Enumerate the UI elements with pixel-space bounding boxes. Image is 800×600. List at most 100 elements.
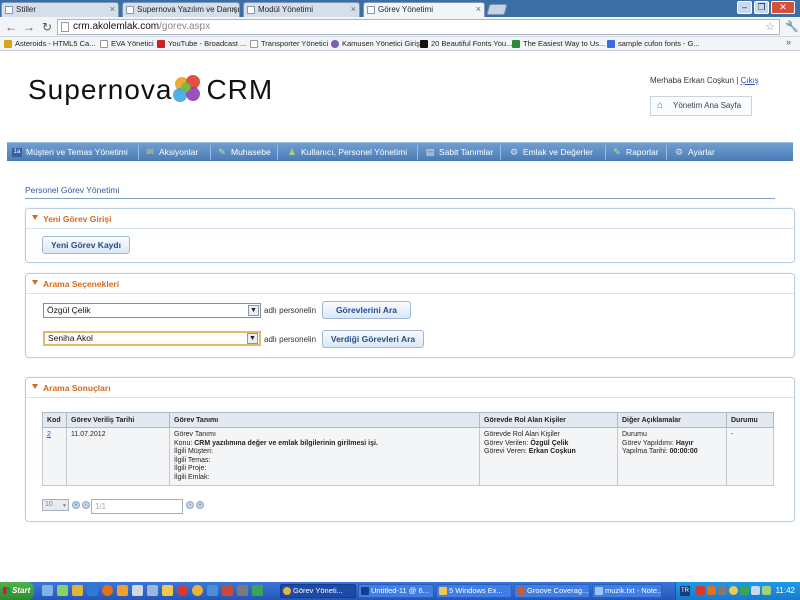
bookmark-item[interactable]: 20 Beautiful Fonts You... — [420, 38, 512, 50]
collapse-arrow-icon[interactable] — [32, 384, 38, 389]
menu-item-reports[interactable]: ✎ Raporlar — [612, 143, 658, 162]
restore-icon[interactable]: ❐ — [754, 1, 769, 14]
quicklaunch-icon[interactable] — [222, 585, 233, 596]
menu-item-contacts[interactable]: 1a Müşteri ve Temas Yönetimi — [12, 143, 128, 162]
new-tab-button[interactable] — [486, 4, 508, 15]
search-assigned-tasks-button[interactable]: Verdiği Görevleri Ara — [322, 330, 424, 348]
close-tab-icon[interactable]: × — [476, 3, 481, 16]
logout-link[interactable]: Çıkış — [741, 76, 759, 85]
close-tab-icon[interactable]: × — [351, 3, 356, 16]
address-bar[interactable]: crm.akolemlak.com/gorev.aspx ☆ — [57, 19, 780, 35]
quicklaunch-icon[interactable] — [87, 585, 98, 596]
quicklaunch-icon[interactable] — [162, 585, 173, 596]
admin-home-button[interactable]: ⌂ Yönetim Ana Sayfa — [650, 96, 752, 116]
wrench-icon[interactable]: 🔧 — [785, 20, 799, 33]
panel-title: Arama Seçenekleri — [43, 279, 120, 289]
greeting-text: Merhaba Erkan Coşkun | — [650, 76, 739, 85]
dropdown-arrow-icon[interactable]: ▼ — [247, 333, 258, 344]
bookmark-item[interactable]: YouTube - Broadcast ... — [157, 38, 246, 50]
quicklaunch-icon[interactable] — [57, 585, 68, 596]
reload-icon[interactable]: ↻ — [40, 20, 54, 34]
column-header-roles[interactable]: Görevde Rol Alan Kişiler — [479, 412, 618, 428]
quicklaunch-icon[interactable] — [147, 585, 158, 596]
tray-icon[interactable] — [729, 586, 738, 595]
start-button[interactable]: Start — [0, 582, 34, 600]
tray-icon[interactable] — [740, 586, 749, 595]
menu-item-settings[interactable]: ⚙ Ayarlar — [674, 143, 715, 162]
language-indicator[interactable]: TR — [680, 586, 690, 596]
column-header-notes[interactable]: Diğer Açıklamalar — [617, 412, 727, 428]
forward-icon[interactable]: → — [22, 20, 36, 34]
menu-item-definitions[interactable]: ▤ Sabit Tanımlar — [425, 143, 493, 162]
menu-item-accounting[interactable]: ✎ Muhasebe — [217, 143, 270, 162]
task-photoshop[interactable]: Untitled-11 @ 6... — [358, 584, 434, 598]
more-bookmarks-icon[interactable]: » — [786, 37, 791, 47]
close-window-icon[interactable]: ✕ — [771, 1, 795, 14]
first-page-icon[interactable]: « — [72, 501, 80, 509]
tray-icon[interactable] — [718, 586, 727, 595]
quicklaunch-icon[interactable] — [207, 585, 218, 596]
opera-icon[interactable] — [177, 585, 188, 596]
bookmark-star-icon[interactable]: ☆ — [765, 20, 775, 34]
dropdown-arrow-icon[interactable]: ▼ — [248, 305, 259, 316]
windows-taskbar: Start Görev Yöneti... Untitled-11 @ 6...… — [0, 582, 800, 600]
close-tab-icon[interactable]: × — [110, 3, 115, 16]
home-icon: ⌂ — [657, 100, 664, 111]
task-code-link[interactable]: 2 — [47, 431, 51, 438]
chrome-icon[interactable] — [192, 585, 203, 596]
quicklaunch-icon[interactable] — [117, 585, 128, 596]
tray-icon[interactable] — [707, 586, 716, 595]
next-page-icon[interactable]: › — [186, 501, 194, 509]
tab-label: Stiller — [16, 5, 37, 14]
assigner-select[interactable]: Seniha Akol ▼ — [43, 331, 261, 346]
quicklaunch-icon[interactable] — [252, 585, 263, 596]
collapse-arrow-icon[interactable] — [32, 280, 38, 285]
browser-tab-2[interactable]: Supernova Yazılım ve Danışm × — [122, 2, 240, 17]
bookmark-item[interactable]: EVA Yönetici — [100, 38, 154, 50]
close-tab-icon[interactable]: × — [231, 3, 236, 16]
search-tasks-button[interactable]: Görevlerini Ara — [322, 301, 411, 319]
browser-tab-3[interactable]: Modül Yönetimi × — [243, 2, 360, 17]
column-header-description[interactable]: Görev Tanımı — [169, 412, 480, 428]
browser-tab-1[interactable]: Stiller × — [1, 2, 119, 17]
menu-item-realestate[interactable]: ⚙ Emlak ve Değerler — [509, 143, 593, 162]
volume-icon[interactable] — [751, 586, 760, 595]
minimize-icon[interactable]: – — [737, 1, 752, 14]
bookmark-item[interactable]: Asteroids - HTML5 Ca... — [4, 38, 95, 50]
tray-icon[interactable] — [696, 586, 705, 595]
task-groove[interactable]: Groove Coverag... — [514, 584, 590, 598]
browser-tab-active[interactable]: Görev Yönetimi × — [363, 2, 485, 17]
table-header-row: Kod Görev Veriliş Tarihi Görev Tanımı Gö… — [42, 412, 774, 428]
youtube-icon — [157, 40, 165, 48]
page-number-input[interactable]: 1/1 — [91, 499, 183, 514]
column-header-date[interactable]: Görev Veriliş Tarihi — [66, 412, 170, 428]
firefox-icon — [517, 587, 525, 595]
logo[interactable]: Supernova CRM — [28, 74, 273, 106]
column-header-status[interactable]: Durumu — [726, 412, 774, 428]
task-chrome[interactable]: Görev Yöneti... — [280, 584, 356, 598]
quicklaunch-icon[interactable] — [132, 585, 143, 596]
quicklaunch-icon[interactable] — [42, 585, 53, 596]
task-notepad[interactable]: muzik.txt - Note... — [592, 584, 662, 598]
bookmark-item[interactable]: Transporter Yönetici — [250, 38, 328, 50]
prev-page-icon[interactable]: ‹ — [82, 501, 90, 509]
collapse-arrow-icon[interactable] — [32, 215, 38, 220]
page-size-select[interactable]: 10 ▼ — [42, 499, 69, 511]
bookmark-item[interactable]: The Easiest Way to Us... — [512, 38, 605, 50]
firefox-icon[interactable] — [102, 585, 113, 596]
quicklaunch-icon[interactable] — [72, 585, 83, 596]
quicklaunch-icon[interactable] — [237, 585, 248, 596]
network-icon[interactable] — [762, 586, 771, 595]
menu-item-users[interactable]: ♟ Kullanıcı, Personel Yönetimi — [287, 143, 407, 162]
bookmark-item[interactable]: Kamusen Yönetici Girişi — [331, 38, 421, 50]
last-page-icon[interactable]: » — [196, 501, 204, 509]
roles-assigner: Görevi Veren: Erkan Coşkun — [484, 448, 576, 455]
bookmark-item[interactable]: sample cufon fonts - G... — [607, 38, 700, 50]
task-explorer[interactable]: 5 Windows Ex... — [436, 584, 512, 598]
back-icon[interactable]: ← — [4, 20, 18, 34]
column-header-code[interactable]: Kod — [42, 412, 67, 428]
assignee-selected: Özgül Çelik — [47, 305, 91, 315]
assignee-select[interactable]: Özgül Çelik ▼ — [43, 303, 261, 318]
menu-item-actions[interactable]: ✉ Aksiyonlar — [145, 143, 198, 162]
new-task-button[interactable]: Yeni Görev Kaydı — [42, 236, 130, 254]
